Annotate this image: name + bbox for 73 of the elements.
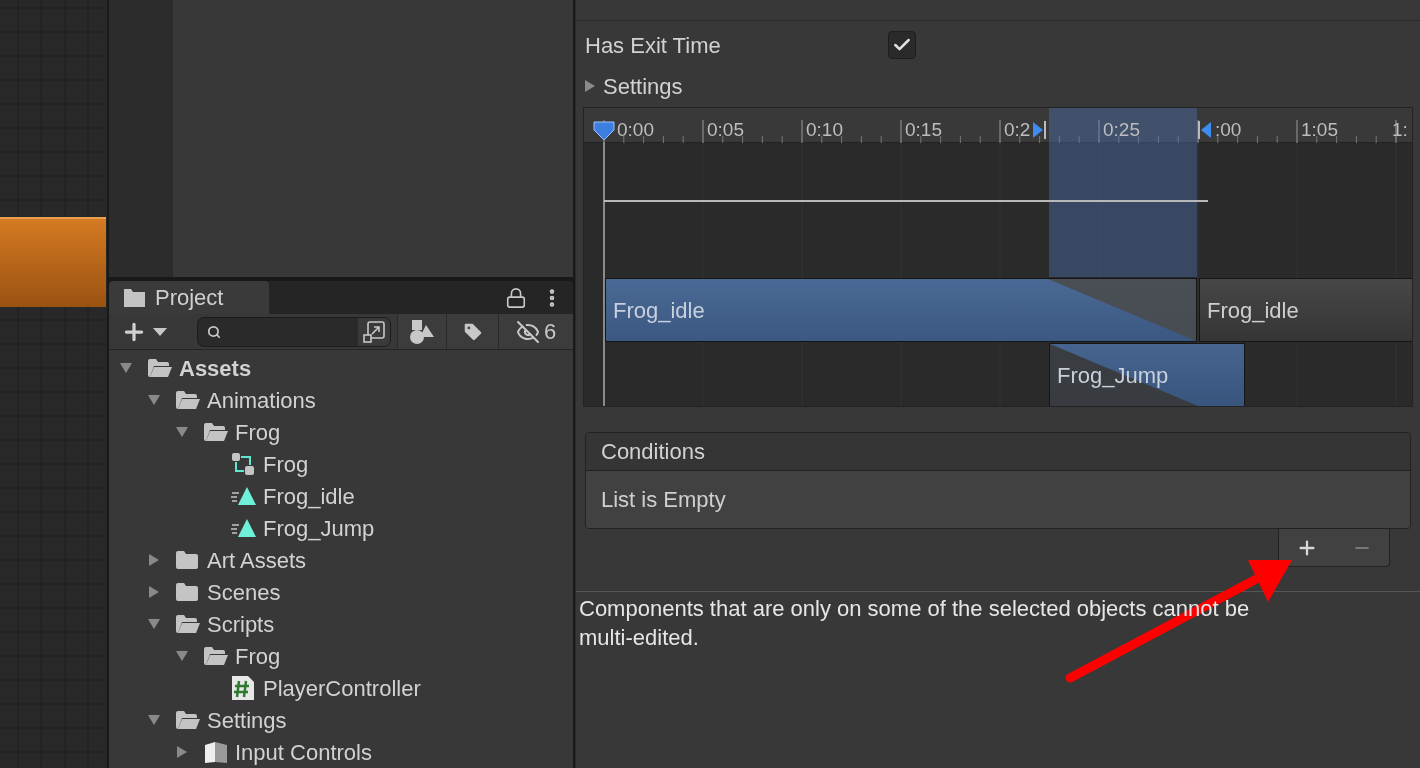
search-icon <box>207 324 221 339</box>
settings-foldout[interactable]: Settings <box>576 69 1420 103</box>
hidden-packages-button[interactable]: 6 <box>499 314 573 349</box>
expand-search-button[interactable] <box>358 317 390 346</box>
tag-icon <box>461 320 484 343</box>
folder-icon <box>123 287 147 308</box>
filter-by-type-button[interactable] <box>397 314 447 349</box>
animation-clip-bar[interactable]: Frog_idle <box>1199 278 1412 342</box>
tree-item[interactable]: PlayerController <box>263 671 421 705</box>
folder-icon <box>175 550 199 570</box>
time-tick-label: 0:15 <box>905 118 942 142</box>
tree-item[interactable]: Frog_idle <box>263 479 355 513</box>
time-tick-label: 0:05 <box>707 118 744 142</box>
animation-clip-bar[interactable]: Frog_Jump <box>1049 343 1245 406</box>
time-tick-label: 0:10 <box>806 118 843 142</box>
eye-slash-icon <box>515 319 540 344</box>
conditions-list: List is Empty <box>586 471 1410 528</box>
open-folder-icon <box>203 646 229 666</box>
tree-item[interactable]: Frog <box>235 415 281 449</box>
has-exit-time-label: Has Exit Time <box>585 31 722 60</box>
animation-clip-icon <box>231 517 257 539</box>
time-tick-label: 1:05 <box>1301 118 1338 142</box>
collapse-arrow-icon[interactable] <box>175 649 189 663</box>
playhead-marker[interactable] <box>592 120 616 142</box>
collapse-arrow-icon[interactable] <box>147 393 161 407</box>
tree-item[interactable]: Frog <box>235 639 281 673</box>
collapse-arrow-icon[interactable] <box>175 425 189 439</box>
expand-arrow-icon[interactable] <box>147 585 161 599</box>
transition-start-marker[interactable] <box>1032 120 1046 140</box>
time-tick-label: 0:2 <box>1004 118 1031 142</box>
open-folder-icon <box>175 710 201 730</box>
collapse-arrow-icon[interactable] <box>147 617 161 631</box>
expand-arrow-icon[interactable] <box>583 79 597 93</box>
conditions-header: Conditions <box>586 433 1410 471</box>
filter-by-label-button[interactable] <box>447 314 499 349</box>
open-folder-icon <box>147 358 173 378</box>
lock-icon[interactable] <box>505 286 527 309</box>
tree-item[interactable]: Scenes <box>207 575 281 609</box>
expand-arrow-icon[interactable] <box>147 553 161 567</box>
caret-icon <box>153 326 167 337</box>
expand-arrow-icon[interactable] <box>175 745 189 759</box>
collapse-arrow-icon[interactable] <box>119 361 133 375</box>
external-window-icon <box>363 320 385 343</box>
open-folder-icon <box>175 390 201 410</box>
animator-graph-canvas[interactable] <box>0 0 107 768</box>
tree-item[interactable]: Animations <box>207 383 316 417</box>
script-file-icon <box>231 675 255 701</box>
folder-icon <box>175 582 199 602</box>
tree-item[interactable]: Frog_Jump <box>263 511 375 545</box>
has-exit-time-checkbox[interactable] <box>888 31 916 59</box>
tree-item[interactable]: Settings <box>207 703 287 737</box>
open-folder-icon <box>203 422 229 442</box>
search-field[interactable] <box>197 316 391 347</box>
time-tick-label: 0:00 <box>617 118 654 142</box>
animation-clip-bar[interactable]: Frog_idle <box>605 278 1197 342</box>
transition-timeline[interactable]: 0:00 0:05 0:10 0:15 0:2 0:25 :00 1:05 1: Frog_idle Frog_idle Frog_Jump <box>583 107 1413 407</box>
time-tick-label: :00 <box>1215 118 1242 142</box>
animator-controller-icon <box>231 452 255 476</box>
tree-item[interactable]: Input Controls <box>235 735 372 768</box>
time-tick-label: 1: <box>1392 118 1408 142</box>
tree-item[interactable]: Frog <box>263 447 309 481</box>
tree-item[interactable]: Assets <box>179 351 252 385</box>
tree-item[interactable]: Art Assets <box>207 543 307 577</box>
transition-end-marker[interactable] <box>1198 120 1212 140</box>
settings-asset-icon <box>203 741 229 763</box>
shapes-icon <box>409 318 435 345</box>
open-folder-icon <box>175 614 201 634</box>
state-node[interactable] <box>0 217 106 307</box>
collapse-arrow-icon[interactable] <box>147 713 161 727</box>
project-tab[interactable]: Project <box>109 281 269 314</box>
animation-clip-icon <box>231 485 257 507</box>
time-tick-label: 0:25 <box>1103 118 1140 142</box>
tree-item[interactable]: Scripts <box>207 607 275 641</box>
